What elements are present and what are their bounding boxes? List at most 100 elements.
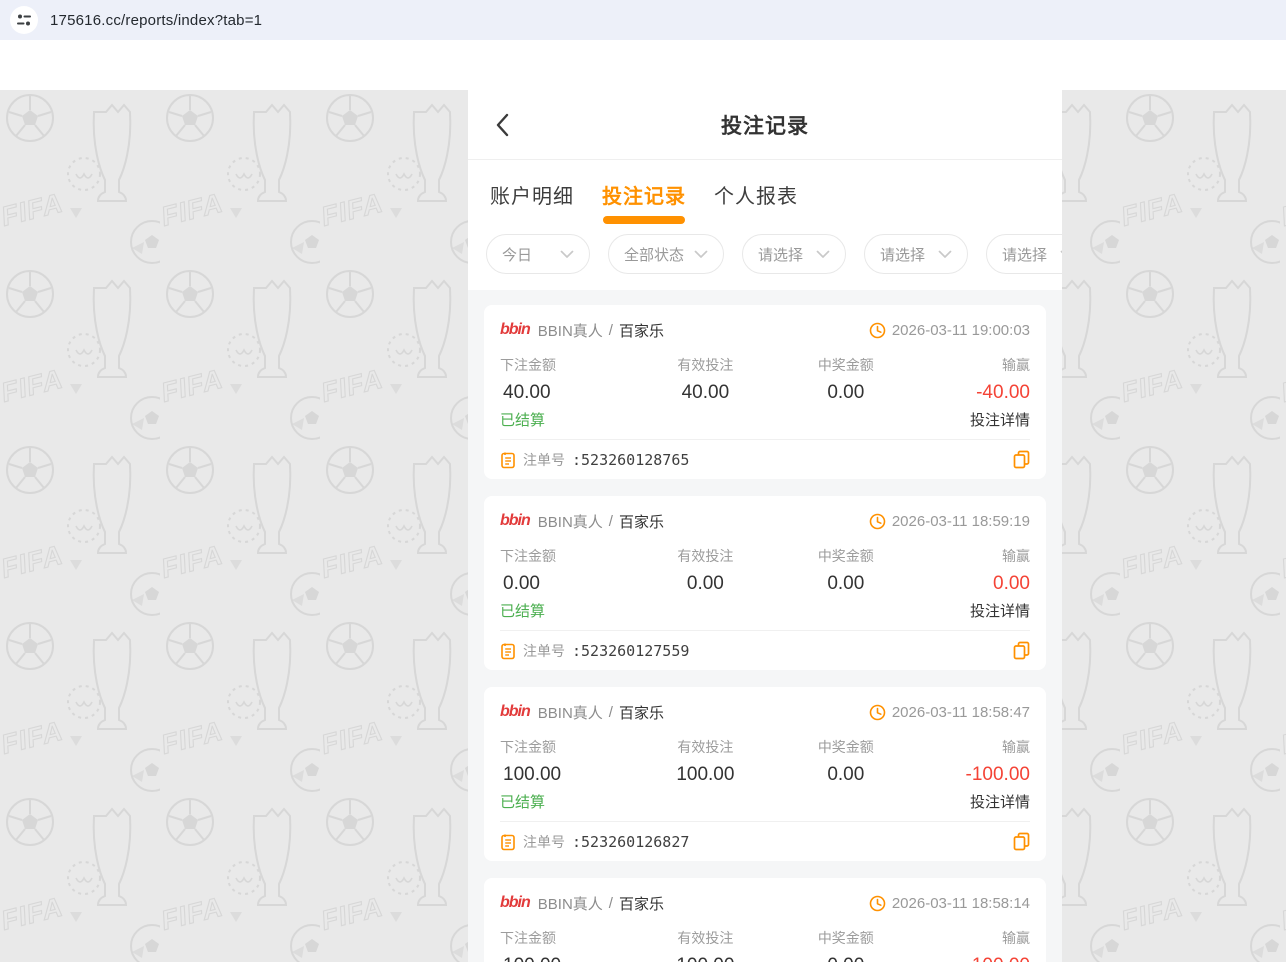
order-number-value: :523260127559 [572, 642, 689, 660]
stat-labels-row: 下注金额 有效投注 中奖金额 输赢 [500, 928, 1030, 948]
card-header-row: bbin BBIN真人 / 百家乐 2026-03-11 18:58:14 [500, 890, 1030, 916]
tab-0[interactable]: 账户明细 [490, 160, 574, 228]
filter-value: 请选择 [880, 244, 925, 265]
order-number-label: 注单号 [523, 641, 565, 661]
game-info: bbin BBIN真人 / 百家乐 [500, 893, 664, 914]
winloss-value: -100.00 [920, 764, 1030, 786]
prize-amount-label: 中奖金额 [772, 737, 920, 757]
bbin-logo-icon: bbin [500, 512, 532, 530]
bet-detail-link[interactable]: 投注详情 [970, 791, 1030, 812]
copy-icon [1013, 832, 1030, 851]
prize-amount-label: 中奖金额 [772, 928, 920, 948]
separator: / [609, 322, 613, 339]
bet-time-text: 2026-03-11 19:00:03 [892, 322, 1030, 339]
prize-amount-value: 0.00 [772, 382, 920, 404]
status-badge: 已结算 [500, 791, 545, 812]
page-title: 投注记录 [721, 110, 809, 140]
order-number-label: 注单号 [523, 832, 565, 852]
provider-name: BBIN真人 [538, 893, 603, 914]
clock-icon [869, 895, 886, 912]
bet-amount-value: 0.00 [500, 573, 639, 595]
order-number-value: :523260126827 [572, 833, 689, 851]
filter-value: 全部状态 [624, 244, 684, 265]
order-row: 注单号 :523260127559 [500, 630, 1030, 670]
stat-values-row: 0.00 0.00 0.00 0.00 [500, 573, 1030, 595]
tab-2[interactable]: 个人报表 [714, 160, 798, 228]
filter-select-2[interactable]: 请选择 [742, 234, 846, 274]
order-number-label: 注单号 [523, 450, 565, 470]
back-button[interactable] [494, 90, 510, 159]
order-number-value: :523260128765 [572, 451, 689, 469]
stat-values-row: 100.00 100.00 0.00 -100.00 [500, 764, 1030, 786]
filter-select-3[interactable]: 请选择 [864, 234, 968, 274]
bet-time: 2026-03-11 18:58:47 [869, 704, 1030, 721]
copy-order-button[interactable] [1013, 641, 1030, 660]
chevron-down-icon [816, 250, 830, 259]
bbin-logo-icon: bbin [500, 894, 532, 912]
bet-amount-value: 40.00 [500, 382, 639, 404]
bet-amount-label: 下注金额 [500, 928, 639, 948]
url-text[interactable]: 175616.cc/reports/index?tab=1 [50, 12, 262, 29]
filter-select-0[interactable]: 今日 [486, 234, 590, 274]
provider-name: BBIN真人 [538, 320, 603, 341]
bet-time: 2026-03-11 18:59:19 [869, 513, 1030, 530]
separator: / [609, 513, 613, 530]
bet-detail-link[interactable]: 投注详情 [970, 600, 1030, 621]
copy-order-button[interactable] [1013, 450, 1030, 469]
winloss-value: -40.00 [920, 382, 1030, 404]
game-info: bbin BBIN真人 / 百家乐 [500, 511, 664, 532]
game-name: 百家乐 [619, 511, 664, 532]
separator: / [609, 895, 613, 912]
copy-icon [1013, 641, 1030, 660]
chevron-down-icon [1060, 250, 1062, 259]
tab-bar: 账户明细 投注记录 个人报表 [468, 160, 1062, 228]
game-name: 百家乐 [619, 320, 664, 341]
filter-value: 请选择 [758, 244, 803, 265]
valid-bet-label: 有效投注 [639, 546, 772, 566]
stat-values-row: 100.00 100.00 0.00 -100.00 [500, 955, 1030, 962]
game-name: 百家乐 [619, 702, 664, 723]
active-tab-underline [603, 216, 685, 224]
bbin-logo-icon: bbin [500, 703, 532, 721]
bet-detail-link[interactable]: 投注详情 [970, 409, 1030, 430]
bet-record-card: bbin BBIN真人 / 百家乐 2026-03-11 18:58:47 下注… [484, 687, 1046, 861]
tab-label: 投注记录 [602, 180, 686, 209]
tab-1[interactable]: 投注记录 [602, 160, 686, 228]
valid-bet-value: 0.00 [639, 573, 772, 595]
card-header-row: bbin BBIN真人 / 百家乐 2026-03-11 18:58:47 [500, 699, 1030, 725]
status-row: 已结算 投注详情 [500, 600, 1030, 621]
order-row: 注单号 :523260126827 [500, 821, 1030, 861]
clock-icon [869, 322, 886, 339]
winloss-value: 0.00 [920, 573, 1030, 595]
filter-select-1[interactable]: 全部状态 [608, 234, 724, 274]
bet-amount-label: 下注金额 [500, 546, 639, 566]
bbin-logo-icon: bbin [500, 321, 532, 339]
bet-amount-value: 100.00 [500, 764, 639, 786]
status-row: 已结算 投注详情 [500, 409, 1030, 430]
filter-value: 今日 [502, 244, 532, 265]
panel-header: 投注记录 [468, 90, 1062, 160]
copy-icon [1013, 450, 1030, 469]
status-badge: 已结算 [500, 600, 545, 621]
bet-time-text: 2026-03-11 18:58:47 [892, 704, 1030, 721]
bet-amount-label: 下注金额 [500, 355, 639, 375]
filter-select-4[interactable]: 请选择 [986, 234, 1062, 274]
copy-order-button[interactable] [1013, 832, 1030, 851]
game-info: bbin BBIN真人 / 百家乐 [500, 320, 664, 341]
card-header-row: bbin BBIN真人 / 百家乐 2026-03-11 18:59:19 [500, 508, 1030, 534]
status-badge: 已结算 [500, 409, 545, 430]
reports-panel: 投注记录 账户明细 投注记录 个人报表 今日 全部状态 请选择 请选择 请选择 [468, 90, 1062, 962]
valid-bet-value: 100.00 [639, 955, 772, 962]
prize-amount-label: 中奖金额 [772, 355, 920, 375]
bet-record-card: bbin BBIN真人 / 百家乐 2026-03-11 19:00:03 下注… [484, 305, 1046, 479]
winloss-label: 输赢 [920, 546, 1030, 566]
provider-name: BBIN真人 [538, 702, 603, 723]
site-settings-icon[interactable] [10, 6, 38, 34]
clock-icon [869, 513, 886, 530]
valid-bet-label: 有效投注 [639, 928, 772, 948]
prize-amount-value: 0.00 [772, 573, 920, 595]
page-background: FIFA 投注记录 账户明细 [0, 90, 1286, 962]
bet-time: 2026-03-11 18:58:14 [869, 895, 1030, 912]
provider-name: BBIN真人 [538, 511, 603, 532]
winloss-label: 输赢 [920, 737, 1030, 757]
